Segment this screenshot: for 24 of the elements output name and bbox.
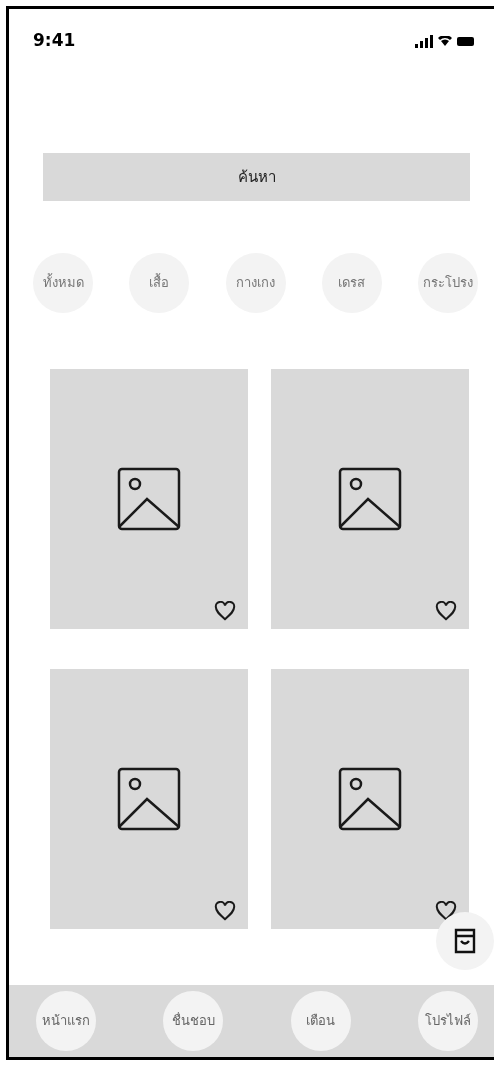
bag-icon (453, 927, 477, 955)
image-icon (117, 467, 181, 531)
image-icon (338, 767, 402, 831)
search-field[interactable]: ค้นหา (43, 153, 470, 201)
nav-item[interactable]: ชื่นชอบ (163, 991, 224, 1051)
cart-button[interactable] (436, 912, 494, 970)
heart-icon[interactable] (435, 901, 457, 921)
category-chip[interactable]: เดรส (321, 253, 382, 313)
nav-item[interactable]: โปรไฟล์ (418, 991, 478, 1051)
wifi-icon (438, 36, 452, 46)
category-chip[interactable]: กางเกง (225, 253, 286, 313)
signal-icon (415, 34, 433, 48)
heart-icon[interactable] (214, 901, 236, 921)
nav-item[interactable]: เตือน (290, 991, 351, 1051)
category-chip[interactable]: เสื้อ (129, 253, 190, 313)
category-chip[interactable]: ทั้งหมด (33, 253, 93, 313)
nav-item[interactable]: หน้าแรก (36, 991, 96, 1051)
image-icon (117, 767, 181, 831)
heart-icon[interactable] (435, 601, 457, 621)
battery-icon (457, 36, 474, 46)
category-chip[interactable]: กระโปรง (418, 253, 478, 313)
status-time: 9:41 (33, 29, 76, 53)
image-icon (338, 467, 402, 531)
heart-icon[interactable] (214, 601, 236, 621)
